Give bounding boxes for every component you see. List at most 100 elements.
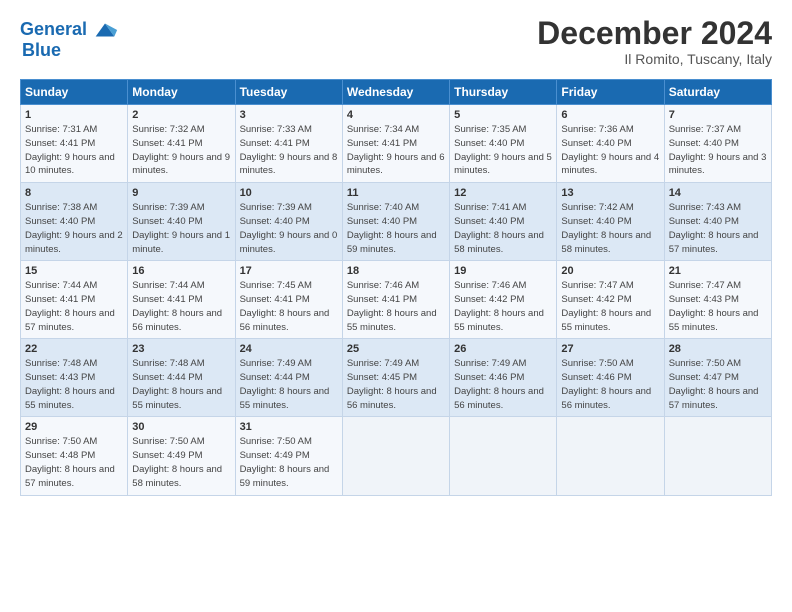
month-title: December 2024 — [537, 16, 772, 51]
day-number: 1 — [25, 109, 123, 121]
calendar-cell — [557, 417, 664, 495]
col-header-thursday: Thursday — [450, 80, 557, 105]
calendar-cell: 7Sunrise: 7:37 AMSunset: 4:40 PMDaylight… — [664, 105, 771, 183]
week-row-5: 29Sunrise: 7:50 AMSunset: 4:48 PMDayligh… — [21, 417, 772, 495]
day-number: 14 — [669, 187, 767, 199]
header: General Blue December 2024 Il Romito, Tu… — [20, 16, 772, 67]
day-info: Sunrise: 7:31 AMSunset: 4:41 PMDaylight:… — [25, 123, 123, 178]
day-info: Sunrise: 7:36 AMSunset: 4:40 PMDaylight:… — [561, 123, 659, 178]
col-header-wednesday: Wednesday — [342, 80, 449, 105]
calendar-cell — [664, 417, 771, 495]
title-block: December 2024 Il Romito, Tuscany, Italy — [537, 16, 772, 67]
day-number: 8 — [25, 187, 123, 199]
day-info: Sunrise: 7:34 AMSunset: 4:41 PMDaylight:… — [347, 123, 445, 178]
calendar-cell: 4Sunrise: 7:34 AMSunset: 4:41 PMDaylight… — [342, 105, 449, 183]
calendar-cell — [342, 417, 449, 495]
day-info: Sunrise: 7:39 AMSunset: 4:40 PMDaylight:… — [132, 201, 230, 256]
day-info: Sunrise: 7:43 AMSunset: 4:40 PMDaylight:… — [669, 201, 767, 256]
calendar-cell: 25Sunrise: 7:49 AMSunset: 4:45 PMDayligh… — [342, 339, 449, 417]
calendar-cell: 12 Sunrise: 7:41 AMSunset: 4:40 PMDayligh… — [450, 183, 557, 261]
calendar-cell: 18Sunrise: 7:46 AMSunset: 4:41 PMDayligh… — [342, 261, 449, 339]
calendar-cell: 15 Sunrise: 7:44 AMSunset: 4:41 PMDayligh… — [21, 261, 128, 339]
logo-icon — [91, 16, 119, 44]
day-info: Sunrise: 7:42 AMSunset: 4:40 PMDaylight:… — [561, 201, 659, 256]
day-info: Sunrise: 7:41 AMSunset: 4:40 PMDaylight:… — [454, 201, 552, 256]
day-info: Sunrise: 7:50 AMSunset: 4:49 PMDaylight:… — [240, 435, 338, 490]
calendar-cell: 24 Sunrise: 7:49 AMSunset: 4:44 PMDayligh… — [235, 339, 342, 417]
day-number: 25 — [347, 343, 445, 355]
day-info: Sunrise: 7:38 AMSunset: 4:40 PMDaylight:… — [25, 201, 123, 256]
day-number: 30 — [132, 421, 230, 433]
day-number: 24 — [240, 343, 338, 355]
day-number: 3 — [240, 109, 338, 121]
day-info: Sunrise: 7:50 AMSunset: 4:48 PMDaylight:… — [25, 435, 123, 490]
day-number: 22 — [25, 343, 123, 355]
day-number: 28 — [669, 343, 767, 355]
calendar-cell: 8 Sunrise: 7:38 AMSunset: 4:40 PMDaylight… — [21, 183, 128, 261]
calendar-cell: 20 Sunrise: 7:47 AMSunset: 4:42 PMDayligh… — [557, 261, 664, 339]
day-info: Sunrise: 7:50 AMSunset: 4:49 PMDaylight:… — [132, 435, 230, 490]
calendar-cell: 10 Sunrise: 7:39 AMSunset: 4:40 PMDayligh… — [235, 183, 342, 261]
day-info: Sunrise: 7:44 AMSunset: 4:41 PMDaylight:… — [25, 279, 123, 334]
calendar-cell: 3 Sunrise: 7:33 AMSunset: 4:41 PMDaylight… — [235, 105, 342, 183]
calendar-cell: 14 Sunrise: 7:43 AMSunset: 4:40 PMDayligh… — [664, 183, 771, 261]
calendar-cell: 9 Sunrise: 7:39 AMSunset: 4:40 PMDaylight… — [128, 183, 235, 261]
calendar-cell: 23 Sunrise: 7:48 AMSunset: 4:44 PMDayligh… — [128, 339, 235, 417]
day-number: 18 — [347, 265, 445, 277]
page-container: General Blue December 2024 Il Romito, Tu… — [0, 0, 792, 506]
calendar-cell: 19 Sunrise: 7:46 AMSunset: 4:42 PMDayligh… — [450, 261, 557, 339]
day-number: 27 — [561, 343, 659, 355]
calendar-cell: 28Sunrise: 7:50 AMSunset: 4:47 PMDayligh… — [664, 339, 771, 417]
day-info: Sunrise: 7:45 AMSunset: 4:41 PMDaylight:… — [240, 279, 338, 334]
calendar-cell: 5 Sunrise: 7:35 AMSunset: 4:40 PMDaylight… — [450, 105, 557, 183]
calendar-cell: 26 Sunrise: 7:49 AMSunset: 4:46 PMDayligh… — [450, 339, 557, 417]
col-header-sunday: Sunday — [21, 80, 128, 105]
day-number: 17 — [240, 265, 338, 277]
day-info: Sunrise: 7:47 AMSunset: 4:42 PMDaylight:… — [561, 279, 659, 334]
day-info: Sunrise: 7:33 AMSunset: 4:41 PMDaylight:… — [240, 123, 338, 178]
calendar-cell: 13 Sunrise: 7:42 AMSunset: 4:40 PMDayligh… — [557, 183, 664, 261]
logo-text: General — [20, 20, 87, 40]
day-number: 13 — [561, 187, 659, 199]
day-info: Sunrise: 7:40 AMSunset: 4:40 PMDaylight:… — [347, 201, 445, 256]
calendar-cell: 29Sunrise: 7:50 AMSunset: 4:48 PMDayligh… — [21, 417, 128, 495]
day-number: 11 — [347, 187, 445, 199]
day-info: Sunrise: 7:49 AMSunset: 4:46 PMDaylight:… — [454, 357, 552, 412]
day-number: 5 — [454, 109, 552, 121]
week-row-3: 15 Sunrise: 7:44 AMSunset: 4:41 PMDayligh… — [21, 261, 772, 339]
day-number: 20 — [561, 265, 659, 277]
day-number: 31 — [240, 421, 338, 433]
day-number: 9 — [132, 187, 230, 199]
day-number: 23 — [132, 343, 230, 355]
day-number: 21 — [669, 265, 767, 277]
day-number: 26 — [454, 343, 552, 355]
calendar-cell: 30 Sunrise: 7:50 AMSunset: 4:49 PMDayligh… — [128, 417, 235, 495]
col-header-friday: Friday — [557, 80, 664, 105]
day-info: Sunrise: 7:48 AMSunset: 4:43 PMDaylight:… — [25, 357, 123, 412]
calendar-cell — [450, 417, 557, 495]
day-number: 19 — [454, 265, 552, 277]
day-info: Sunrise: 7:46 AMSunset: 4:42 PMDaylight:… — [454, 279, 552, 334]
day-info: Sunrise: 7:47 AMSunset: 4:43 PMDaylight:… — [669, 279, 767, 334]
day-number: 6 — [561, 109, 659, 121]
week-row-2: 8 Sunrise: 7:38 AMSunset: 4:40 PMDaylight… — [21, 183, 772, 261]
calendar-header-row: SundayMondayTuesdayWednesdayThursdayFrid… — [21, 80, 772, 105]
day-number: 15 — [25, 265, 123, 277]
day-number: 10 — [240, 187, 338, 199]
day-info: Sunrise: 7:35 AMSunset: 4:40 PMDaylight:… — [454, 123, 552, 178]
col-header-tuesday: Tuesday — [235, 80, 342, 105]
calendar-cell: 6 Sunrise: 7:36 AMSunset: 4:40 PMDaylight… — [557, 105, 664, 183]
day-info: Sunrise: 7:39 AMSunset: 4:40 PMDaylight:… — [240, 201, 338, 256]
day-number: 12 — [454, 187, 552, 199]
day-info: Sunrise: 7:37 AMSunset: 4:40 PMDaylight:… — [669, 123, 767, 178]
location: Il Romito, Tuscany, Italy — [537, 51, 772, 67]
calendar-cell: 2Sunrise: 7:32 AMSunset: 4:41 PMDaylight… — [128, 105, 235, 183]
day-info: Sunrise: 7:50 AMSunset: 4:46 PMDaylight:… — [561, 357, 659, 412]
col-header-monday: Monday — [128, 80, 235, 105]
day-info: Sunrise: 7:49 AMSunset: 4:44 PMDaylight:… — [240, 357, 338, 412]
calendar-cell: 31 Sunrise: 7:50 AMSunset: 4:49 PMDayligh… — [235, 417, 342, 495]
calendar-cell: 21 Sunrise: 7:47 AMSunset: 4:43 PMDayligh… — [664, 261, 771, 339]
day-number: 16 — [132, 265, 230, 277]
calendar-cell: 1 Sunrise: 7:31 AMSunset: 4:41 PMDaylight… — [21, 105, 128, 183]
day-info: Sunrise: 7:48 AMSunset: 4:44 PMDaylight:… — [132, 357, 230, 412]
